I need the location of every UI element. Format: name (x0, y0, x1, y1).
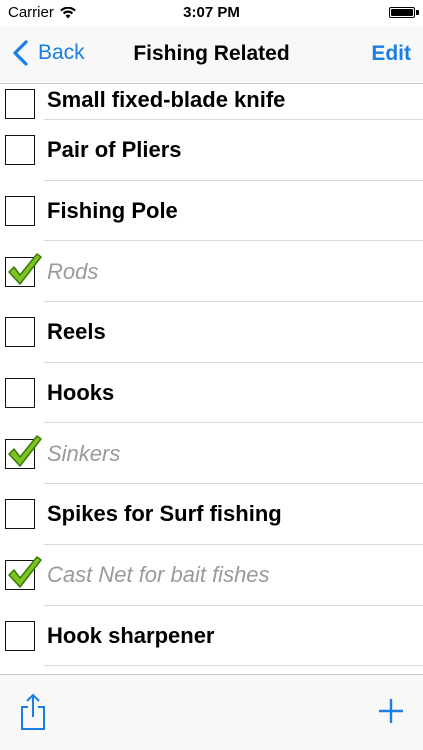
checkbox-unchecked[interactable] (5, 317, 35, 348)
list-item[interactable]: Sinkers (0, 423, 423, 484)
list-item[interactable]: Spikes for Surf fishing (0, 484, 423, 545)
checkbox-unchecked[interactable] (5, 378, 35, 409)
item-label: Sinkers (47, 440, 121, 466)
checkmark-icon (8, 252, 42, 285)
battery-tip (416, 10, 419, 15)
bottom-toolbar (0, 674, 423, 750)
checkbox-unchecked[interactable] (5, 499, 35, 530)
checkbox-checked[interactable] (5, 435, 42, 469)
item-label: Hooks (47, 380, 115, 406)
list-item[interactable]: Rods (0, 241, 423, 302)
item-label: Spikes for Surf fishing (47, 501, 282, 527)
checkbox-unchecked[interactable] (5, 135, 35, 166)
item-label: Cast Net for bait fishes (47, 562, 270, 588)
checkmark-icon (8, 435, 42, 467)
status-bar: Carrier 3:07 PM (0, 0, 423, 26)
checkbox-unchecked[interactable] (5, 620, 35, 651)
edit-button[interactable]: Edit (371, 42, 411, 66)
item-label: Pair of Pliers (47, 137, 182, 163)
nav-bar: Back Fishing Related Edit (0, 26, 423, 84)
item-label: Reels (47, 319, 106, 345)
list-item[interactable]: Fishing Pole (0, 181, 423, 242)
list-item[interactable]: Hook sharpener (0, 606, 423, 667)
plus-icon[interactable] (377, 697, 405, 725)
list-item[interactable]: Small fixed-blade knife (0, 84, 423, 120)
checklist: Small fixed-blade knife Pair of Pliers Fis… (0, 84, 423, 674)
checkbox-checked[interactable] (5, 556, 42, 591)
battery-icon (389, 7, 415, 18)
checkmark-icon (8, 556, 42, 588)
checkbox-checked[interactable] (5, 252, 42, 287)
item-label: Rods (47, 258, 99, 284)
item-label: Fishing Pole (47, 198, 178, 224)
page-title: Fishing Related (133, 42, 290, 65)
share-icon[interactable] (18, 693, 48, 731)
status-time: 3:07 PM (183, 4, 240, 21)
list-item[interactable]: Reels (0, 302, 423, 363)
item-label: Hook sharpener (47, 622, 215, 648)
checkbox-unchecked[interactable] (5, 196, 35, 227)
screen: Carrier 3:07 PM Back Fishing Related Edi… (0, 0, 423, 750)
list-item[interactable]: Cast Net for bait fishes (0, 545, 423, 606)
list-item[interactable]: Hooks (0, 363, 423, 424)
item-label: Small fixed-blade knife (47, 87, 286, 112)
list-item[interactable]: Pair of Pliers (0, 120, 423, 181)
checkbox-unchecked[interactable] (5, 89, 35, 119)
